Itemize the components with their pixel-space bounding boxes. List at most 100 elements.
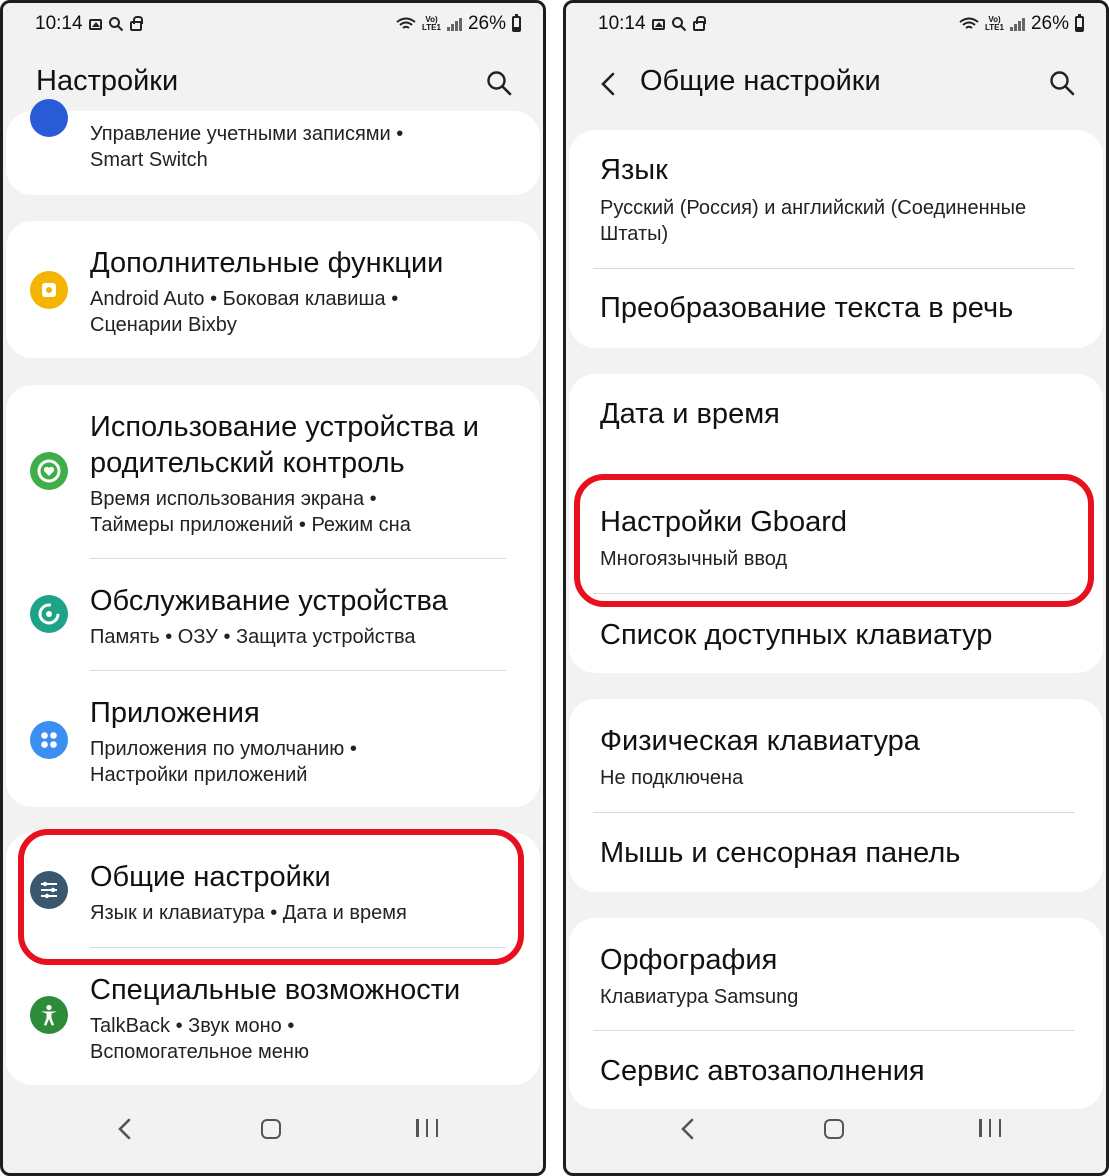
hardware-card: Физическая клавиатура Не подключена Мышь… (569, 699, 1103, 892)
app-bar: Настройки (3, 65, 543, 105)
search-icon[interactable] (485, 69, 513, 97)
gboard-settings-item[interactable]: Настройки Gboard Многоязычный ввод (569, 484, 1103, 594)
language-item[interactable]: Язык Русский (Россия) и английский (Соед… (569, 130, 1103, 268)
lock-icon (692, 16, 706, 31)
item-title: Приложения (90, 697, 260, 729)
accounts-item[interactable]: Управление учетными записями • Smart Swi… (6, 99, 540, 195)
item-subtitle: Клавиатура Samsung (600, 986, 799, 1008)
back-arrow-icon[interactable] (598, 71, 620, 97)
gallery-icon (88, 18, 102, 30)
battery-icon (1075, 14, 1084, 32)
heart-circle-icon (30, 452, 68, 490)
four-dots-icon (30, 721, 68, 759)
apps-item[interactable]: Приложения Приложения по умолчанию • Нас… (6, 671, 540, 807)
accounts-card: Управление учетными записями • Smart Swi… (6, 99, 540, 195)
accounts-icon (30, 99, 68, 137)
wellbeing-item[interactable]: Использование устройства и родительский … (6, 385, 540, 558)
volte-icon: Vo) LTE1 (985, 15, 1004, 32)
item-title: Специальные возможности (90, 974, 461, 1006)
item-subtitle: Сценарии Bixby (90, 314, 237, 336)
volte-icon: Vo) LTE1 (422, 15, 441, 32)
item-subtitle: Вспомогательное меню (90, 1041, 309, 1063)
mouse-touchpad-item[interactable]: Мышь и сенсорная панель (569, 813, 1103, 892)
accessibility-item[interactable]: Специальные возможности TalkBack • Звук … (6, 948, 540, 1085)
person-icon (30, 996, 68, 1034)
item-subtitle: Память • ОЗУ • Защита устройства (90, 626, 416, 648)
general-settings-screen: 10:14 Vo) LTE1 26% Общие настройки Язык Р… (563, 0, 1109, 1176)
item-title: Орфография (600, 944, 778, 976)
navigation-bar (3, 1093, 543, 1173)
keyboard-list-item[interactable]: Список доступных клавиатур (569, 594, 1103, 673)
item-title: Настройки Gboard (600, 506, 847, 538)
app-bar: Общие настройки (566, 65, 1106, 105)
nav-recents-icon[interactable] (416, 1119, 438, 1139)
puzzle-gear-icon (30, 271, 68, 309)
lock-icon (129, 16, 143, 31)
item-title: Сервис автозаполнения (600, 1055, 925, 1087)
item-title: Дата и время (600, 398, 780, 430)
signal-icon (1009, 17, 1025, 31)
spelling-item[interactable]: Орфография Клавиатура Samsung (569, 918, 1103, 1030)
general-card: Общие настройки Язык и клавиатура • Дата… (6, 833, 540, 1085)
general-settings-item[interactable]: Общие настройки Язык и клавиатура • Дата… (6, 833, 540, 947)
item-subtitle: TalkBack • Звук моно • (90, 1015, 295, 1037)
signal-icon (446, 17, 462, 31)
item-subtitle: Штаты) (600, 223, 669, 245)
item-title: Дополнительные функции (90, 247, 444, 279)
item-subtitle: Таймеры приложений • Режим сна (90, 514, 411, 536)
item-subtitle: Настройки приложений (90, 764, 308, 786)
item-subtitle: Русский (Россия) и английский (Соединенн… (600, 197, 1027, 219)
nav-back-icon[interactable] (678, 1117, 698, 1141)
item-title: Язык (600, 154, 668, 186)
item-subtitle: Не подключена (600, 767, 744, 789)
device-care-item[interactable]: Обслуживание устройства Память • ОЗУ • З… (6, 559, 540, 670)
settings-screen: 10:14 Vo) LTE1 26% Настройки Управление у… (0, 0, 546, 1176)
item-title: Список доступных клавиатур (600, 619, 993, 651)
item-title: родительский контроль (90, 447, 405, 479)
battery-icon (512, 14, 521, 32)
clock: 10:14 (598, 13, 646, 34)
search-status-icon (671, 17, 686, 32)
wifi-icon (959, 17, 979, 29)
text-services-card: Орфография Клавиатура Samsung Сервис авт… (569, 918, 1103, 1109)
item-subtitle: Smart Switch (90, 149, 208, 171)
input-card: Дата и время Настройки Gboard Многоязычн… (569, 374, 1103, 673)
battery-percent: 26% (467, 13, 506, 34)
battery-percent: 26% (1030, 13, 1069, 34)
item-title: Общие настройки (90, 861, 331, 893)
status-bar: 10:14 Vo) LTE1 26% (598, 13, 1084, 39)
item-subtitle: Управление учетными записями • (90, 123, 404, 145)
wifi-icon (396, 17, 416, 29)
nav-home-icon[interactable] (824, 1119, 844, 1139)
nav-home-icon[interactable] (261, 1119, 281, 1139)
item-subtitle: Приложения по умолчанию • (90, 738, 357, 760)
item-title: Физическая клавиатура (600, 725, 920, 757)
refresh-circle-icon (30, 595, 68, 633)
advanced-card: Дополнительные функции Android Auto • Бо… (6, 221, 540, 358)
navigation-bar (566, 1093, 1106, 1173)
nav-back-icon[interactable] (115, 1117, 135, 1141)
item-title: Преобразование текста в речь (600, 292, 1014, 324)
page-title: Общие настройки (640, 65, 881, 97)
item-title: Мышь и сенсорная панель (600, 837, 961, 869)
search-icon[interactable] (1048, 69, 1076, 97)
date-time-item[interactable]: Дата и время (569, 374, 1103, 454)
item-subtitle: Многоязычный ввод (600, 548, 788, 570)
advanced-features-item[interactable]: Дополнительные функции Android Auto • Бо… (6, 221, 540, 358)
tts-item[interactable]: Преобразование текста в речь (569, 269, 1103, 348)
language-card: Язык Русский (Россия) и английский (Соед… (569, 130, 1103, 348)
physical-keyboard-item[interactable]: Физическая клавиатура Не подключена (569, 699, 1103, 812)
item-subtitle: Язык и клавиатура • Дата и время (90, 902, 407, 924)
nav-recents-icon[interactable] (979, 1119, 1001, 1139)
item-subtitle: Android Auto • Боковая клавиша • (90, 288, 399, 310)
search-status-icon (108, 17, 123, 32)
clock: 10:14 (35, 13, 83, 34)
item-title: Использование устройства и (90, 411, 479, 443)
gallery-icon (651, 18, 665, 30)
device-card: Использование устройства и родительский … (6, 385, 540, 807)
sliders-icon (30, 871, 68, 909)
item-subtitle: Время использования экрана • (90, 488, 377, 510)
status-bar: 10:14 Vo) LTE1 26% (35, 13, 521, 39)
page-title: Настройки (36, 65, 179, 97)
item-title: Обслуживание устройства (90, 585, 448, 617)
